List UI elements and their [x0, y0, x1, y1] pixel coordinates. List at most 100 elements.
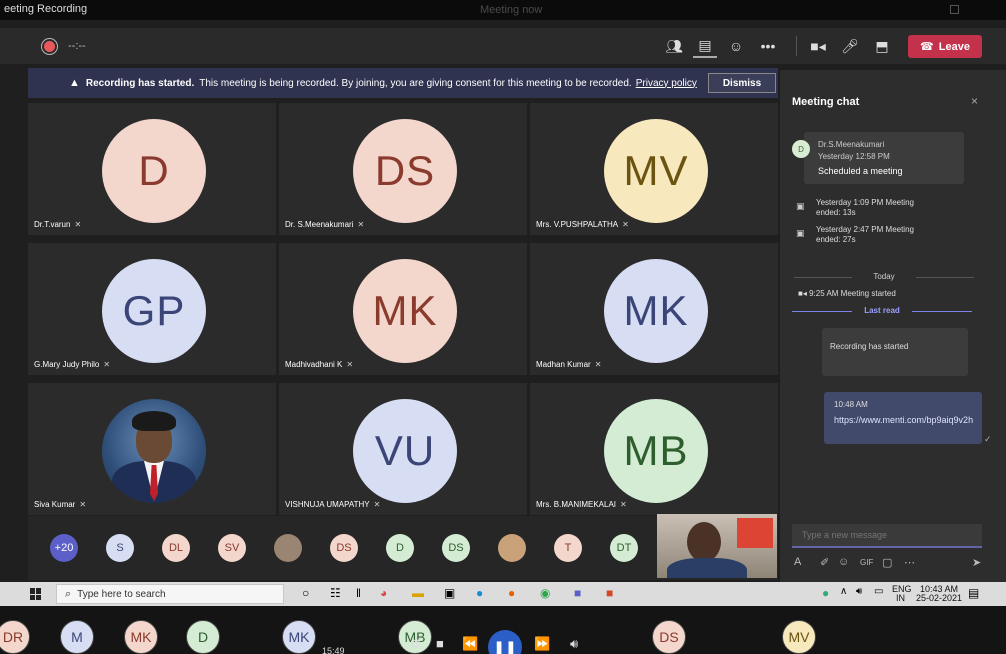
message-text: Scheduled a meeting	[818, 166, 903, 176]
participant-avatar[interactable]: T	[554, 534, 582, 562]
attach-icon[interactable]: ✐	[820, 556, 829, 569]
language-indicator[interactable]: ENG IN	[892, 585, 912, 603]
menti-link[interactable]: https://www.menti.com/bp9aiq9v2h	[834, 414, 974, 426]
fast-forward-icon[interactable]: ⏩	[534, 636, 550, 652]
reactions-icon[interactable]: ☺	[724, 34, 748, 58]
gif-icon[interactable]: GIF	[860, 558, 873, 567]
store-icon[interactable]: ▣	[444, 586, 455, 600]
name-text: VISHNUJA UMAPATHY	[285, 500, 370, 509]
taskbar-search[interactable]: ⌕ Type here to search	[56, 584, 284, 604]
avatar: DS	[353, 119, 457, 223]
participant-avatar[interactable]	[274, 534, 302, 562]
participant-bubble: DR	[0, 620, 30, 654]
more-icon[interactable]: •••	[756, 34, 780, 58]
chat-icon[interactable]: ▤	[693, 34, 717, 58]
task-view-icon[interactable]: ☷	[330, 586, 341, 600]
participant-avatar[interactable]: S	[106, 534, 134, 562]
windows-taskbar: ⌕ Type here to search ○ ☷ ‖ ◕ ▬ ▣ ● ● ◉ …	[0, 582, 1006, 606]
dismiss-button[interactable]: Dismiss	[708, 73, 776, 93]
more-icon[interactable]: ⋯	[904, 556, 915, 569]
more-participants-button[interactable]: +20	[50, 534, 78, 562]
leave-button[interactable]: ☎ Leave	[908, 35, 982, 58]
participant-tile[interactable]: MK Madhan Kumar ✕	[530, 243, 778, 375]
camera-icon[interactable]: ■◂	[806, 34, 830, 58]
meeting-timer: --:--	[68, 40, 86, 52]
cortana-icon[interactable]: ○	[302, 586, 309, 600]
participant-avatar[interactable]	[498, 534, 526, 562]
file-explorer-icon[interactable]: ▬	[412, 586, 424, 600]
participant-tile[interactable]: MB Mrs. B.MANIMEKALAI ✕	[530, 383, 778, 515]
settings-icon[interactable]: ⚙	[410, 636, 422, 652]
close-icon[interactable]: ×	[971, 94, 978, 108]
name-text: Dr. S.Meenakumari	[285, 220, 354, 229]
participant-avatar[interactable]: DS	[442, 534, 470, 562]
video-icon: ▣	[796, 201, 805, 211]
participant-tile[interactable]: VU VISHNUJA UMAPATHY ✕	[279, 383, 527, 515]
clock[interactable]: 10:43 AM 25-02-2021	[916, 585, 962, 603]
participant-tile[interactable]: MV Mrs. V.PUSHPALATHA ✕	[530, 103, 778, 235]
message-input[interactable]	[792, 524, 982, 546]
recording-icon	[44, 41, 55, 52]
message-composer[interactable]	[792, 524, 982, 548]
event-line: Yesterday 1:09 PM Meeting	[816, 198, 914, 207]
profile-photo	[102, 399, 206, 503]
notifications-icon[interactable]: ▤	[968, 586, 979, 600]
participants-icon[interactable]: 👥︎	[662, 34, 686, 58]
windows-start-icon[interactable]	[30, 588, 42, 600]
search-placeholder: Type here to search	[77, 588, 166, 600]
participant-avatar[interactable]: DS	[330, 534, 358, 562]
leave-label: Leave	[938, 40, 970, 53]
network-icon[interactable]: ▭	[874, 586, 883, 597]
volume-icon[interactable]: 🔊︎	[570, 636, 578, 652]
window-title: eeting Recording	[4, 3, 88, 15]
participant-avatar[interactable]: D	[386, 534, 414, 562]
mic-off-icon: ✕	[357, 220, 365, 229]
participant-tile[interactable]: DS Dr. S.Meenakumari ✕	[279, 103, 527, 235]
chat-title: Meeting chat	[792, 96, 860, 108]
mic-off-icon: ✕	[373, 500, 381, 509]
teams-icon[interactable]: ■	[574, 586, 581, 600]
share-icon[interactable]: ⬒	[870, 34, 894, 58]
rewind-icon[interactable]: ⏪	[462, 636, 478, 652]
mic-off-icon: ✕	[620, 500, 627, 509]
participant-name: Dr. S.Meenakumari ✕	[285, 220, 364, 229]
participant-tile[interactable]: Siva Kumar ✕	[28, 383, 276, 515]
participant-tile[interactable]: D Dr.T.varun ✕	[28, 103, 276, 235]
sent-check-icon: ✓	[984, 434, 992, 444]
self-video[interactable]	[657, 514, 777, 578]
powerpoint-icon[interactable]: ■	[606, 586, 613, 600]
avatar: MB	[604, 399, 708, 503]
format-icon[interactable]: A	[794, 556, 801, 568]
participant-bubble: MK	[282, 620, 316, 654]
privacy-policy-link[interactable]: Privacy policy	[636, 78, 697, 89]
sticker-icon[interactable]: ▢	[882, 556, 892, 569]
chat-message: Recording has started	[822, 328, 968, 376]
app-icon[interactable]: ◉	[540, 586, 550, 600]
lang-line: IN	[896, 593, 905, 603]
participant-avatar[interactable]: DT	[610, 534, 638, 562]
meeting-started-event: ■◂ 9:25 AM Meeting started	[798, 289, 896, 298]
chrome-icon[interactable]: ◕	[380, 586, 387, 600]
message-text: Recording has started	[830, 342, 909, 351]
chevron-up-icon[interactable]: ∧	[840, 586, 847, 597]
send-icon[interactable]: ➤	[972, 556, 981, 569]
firefox-icon[interactable]: ●	[508, 586, 515, 600]
participant-avatar[interactable]: SV	[218, 534, 246, 562]
stop-icon[interactable]: ■	[436, 636, 444, 651]
name-text: Madhivadhani K	[285, 360, 343, 369]
mic-icon[interactable]: 🎤︎	[838, 34, 862, 58]
emoji-icon[interactable]: ☺	[838, 556, 849, 568]
tray-app-icon[interactable]: ●	[822, 586, 829, 600]
participant-tile[interactable]: GP G.Mary Judy Philo ✕	[28, 243, 276, 375]
event-line: Yesterday 2:47 PM Meeting	[816, 225, 914, 234]
edge-icon[interactable]: ●	[476, 586, 483, 600]
video-player-bar: DR M MK D MK MB DS MV 15:49 ⚙ ■ ⏪ ❚❚ ⏩ 🔊︎	[0, 606, 1006, 654]
participant-tile[interactable]: MK Madhivadhani K ✕	[279, 243, 527, 375]
hair	[132, 411, 176, 431]
volume-icon[interactable]: 🔊︎	[856, 586, 862, 597]
restore-icon[interactable]	[950, 5, 959, 14]
participant-avatar[interactable]: DL	[162, 534, 190, 562]
clock-date: 25-02-2021	[916, 593, 963, 603]
participant-name: VISHNUJA UMAPATHY ✕	[285, 500, 380, 509]
pause-button[interactable]: ❚❚	[488, 630, 522, 654]
